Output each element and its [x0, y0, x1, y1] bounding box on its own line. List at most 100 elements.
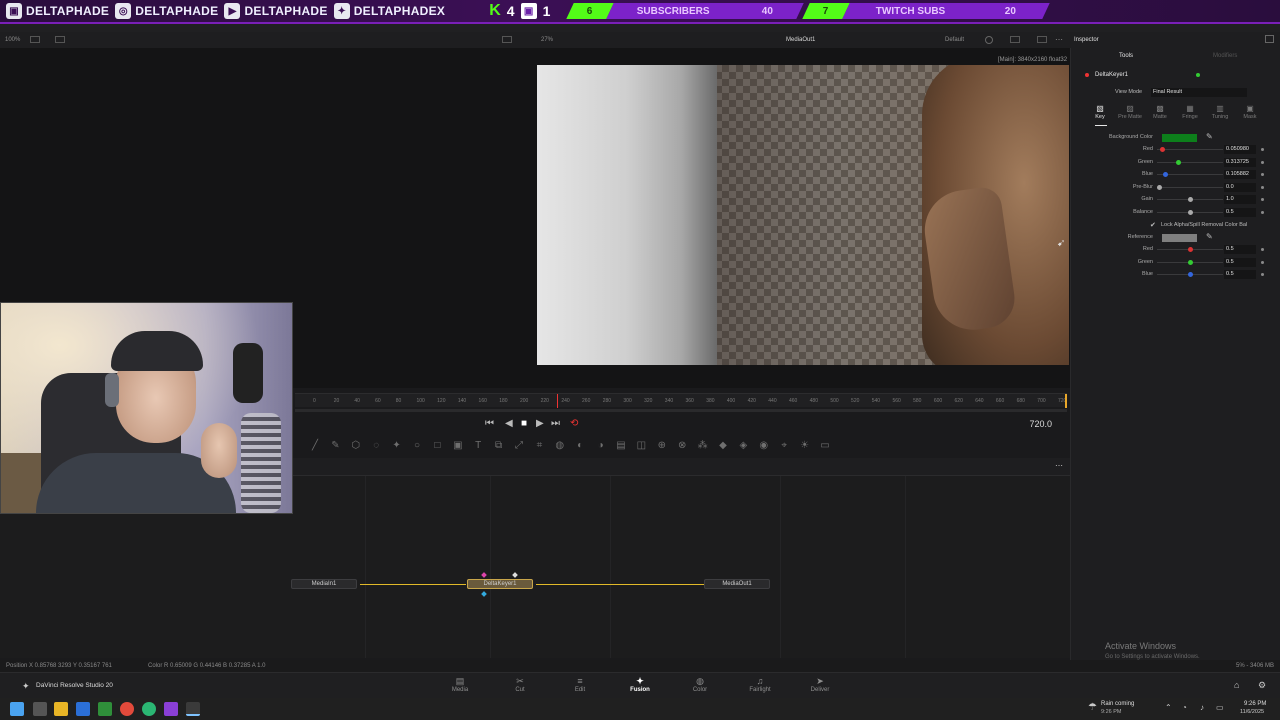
keyframe-dot-icon[interactable]: [1261, 198, 1264, 202]
link-in-keyer[interactable]: [360, 584, 466, 585]
keyframe-dot-icon[interactable]: [1261, 185, 1264, 189]
ellipse-icon[interactable]: ○: [411, 440, 423, 452]
slider-knob[interactable]: [1188, 259, 1193, 265]
param-slider[interactable]: [1157, 147, 1223, 152]
param-slider[interactable]: [1157, 210, 1223, 215]
chrome-icon[interactable]: [120, 702, 134, 716]
go-to-end-icon[interactable]: ⏭: [551, 418, 560, 429]
more-options-icon[interactable]: ⋯: [1055, 35, 1063, 44]
slider-knob[interactable]: [1188, 197, 1193, 203]
layout-icon[interactable]: [55, 36, 65, 43]
param-slider[interactable]: [1157, 247, 1223, 252]
node-active-dot[interactable]: [1196, 73, 1200, 77]
reference-eyedropper-icon[interactable]: ✎: [1206, 232, 1213, 241]
keyframe-dot-icon[interactable]: [1261, 211, 1264, 214]
reference-swatch[interactable]: [1162, 234, 1197, 242]
channel-booleans-icon[interactable]: ▤: [615, 440, 627, 452]
3d-render-icon[interactable]: ◉: [758, 440, 770, 452]
loop-icon[interactable]: ⟲: [570, 418, 578, 429]
node-media-in[interactable]: MediaIn1: [291, 579, 357, 589]
current-frame[interactable]: 720.0: [1010, 419, 1052, 429]
fit-icon[interactable]: [30, 36, 40, 43]
keyframe-dot-icon[interactable]: [1261, 173, 1264, 177]
camera-3d-icon[interactable]: ⌖: [778, 440, 790, 452]
lock-alpha-row[interactable]: ✔ Lock Alpha/Spill Removal Color Bal: [1071, 220, 1280, 232]
slider-knob[interactable]: [1157, 184, 1162, 190]
param-value[interactable]: 0.5: [1224, 270, 1256, 280]
inspector-expand-icon[interactable]: [1265, 35, 1274, 43]
link-keyer-out[interactable]: [536, 584, 704, 585]
slider-knob[interactable]: [1176, 159, 1182, 165]
node-editor-options-icon[interactable]: ⋯: [1055, 461, 1063, 470]
slider-knob[interactable]: [1188, 210, 1193, 215]
page-edit[interactable]: ≡ Edit: [560, 675, 600, 693]
layout-preset-dropdown[interactable]: Default: [945, 37, 964, 43]
param-value[interactable]: 1.0: [1224, 195, 1256, 205]
polygon-icon[interactable]: ⬡: [350, 440, 362, 452]
render-end-marker[interactable]: [1065, 394, 1067, 408]
page-media[interactable]: ▤ Media: [440, 675, 480, 693]
particle-icon[interactable]: ⁂: [697, 440, 709, 452]
color-corrector-icon[interactable]: ◐: [574, 440, 586, 452]
page-cut[interactable]: ✂ Cut: [500, 675, 540, 693]
param-value[interactable]: 0.5: [1224, 245, 1256, 254]
param-value[interactable]: 0.105882: [1224, 170, 1256, 180]
davinci-taskbar-icon[interactable]: [186, 702, 200, 716]
battery-icon[interactable]: ▭: [1216, 703, 1224, 712]
merge-icon[interactable]: ⧉: [493, 440, 505, 452]
page-color[interactable]: ◍ Color: [680, 675, 720, 693]
param-slider[interactable]: [1157, 159, 1223, 165]
timeline-ruler[interactable]: 0 20 40 60 80 100 120 140 160 180 200 220 240 260 280 3…: [295, 393, 1067, 408]
playhead[interactable]: [557, 394, 558, 408]
page-fusion[interactable]: ✦ Fusion: [620, 675, 660, 693]
app-icon-4[interactable]: [164, 702, 178, 716]
slider-knob[interactable]: [1163, 172, 1169, 178]
volume-icon[interactable]: ♪: [1200, 703, 1204, 712]
settings-gear-icon[interactable]: ⚙: [1258, 680, 1266, 691]
slider-knob[interactable]: [1160, 147, 1166, 152]
inspector-tab-fringe[interactable]: ▦ Fringe: [1175, 104, 1205, 120]
keyer-input-arrow[interactable]: [481, 572, 487, 578]
app-icon-3[interactable]: [142, 702, 156, 716]
timeline-scroll[interactable]: [295, 409, 1067, 412]
inspector-tab-key[interactable]: ▧ Key: [1085, 104, 1115, 120]
eyedropper-icon[interactable]: ✎: [1206, 132, 1213, 141]
slider-knob[interactable]: [1188, 247, 1193, 252]
view-mode-dropdown[interactable]: Final Result: [1151, 88, 1247, 97]
keyer-garbage-arrow[interactable]: [512, 572, 518, 578]
app-icon-2[interactable]: [98, 702, 112, 716]
home-icon[interactable]: ⌂: [1234, 680, 1239, 690]
brush-icon[interactable]: ✎: [329, 440, 341, 452]
keyer-icon[interactable]: ⊕: [656, 440, 668, 452]
bspline-icon[interactable]: ◌: [370, 440, 382, 452]
weather-text[interactable]: Rain coming: [1101, 701, 1134, 707]
matte-control-icon[interactable]: ◫: [635, 440, 647, 452]
tray-chevron-icon[interactable]: ⌃: [1165, 703, 1172, 712]
clock-time[interactable]: 9:26 PM: [1244, 701, 1266, 707]
network-icon[interactable]: ◔: [1182, 703, 1187, 712]
inspector-tab-matte[interactable]: ▩ Matte: [1145, 104, 1175, 120]
roi-icon[interactable]: [985, 36, 993, 44]
background-color-swatch[interactable]: [1162, 134, 1197, 142]
slider-knob[interactable]: [1188, 272, 1193, 278]
inspector-tab-pre-matte[interactable]: ▨ Pre Matte: [1115, 104, 1145, 120]
keyframe-dot-icon[interactable]: [1261, 273, 1264, 277]
channels-icon[interactable]: [1010, 36, 1020, 43]
tracker-icon[interactable]: ⊗: [676, 440, 688, 452]
blur-icon[interactable]: ◍: [554, 440, 566, 452]
rectangle-icon[interactable]: □: [431, 440, 443, 452]
tab-modifiers[interactable]: Modifiers: [1213, 53, 1237, 59]
clock-date[interactable]: 11/6/2025: [1240, 709, 1264, 715]
page-deliver[interactable]: ➤ Deliver: [800, 675, 840, 693]
3d-shape-icon[interactable]: ◆: [717, 440, 729, 452]
file-explorer-icon[interactable]: [54, 702, 68, 716]
param-value[interactable]: 0.5: [1224, 208, 1256, 217]
viewer-layout-icon[interactable]: [502, 36, 512, 43]
lut-icon[interactable]: [1037, 36, 1047, 43]
crop-icon[interactable]: ⌗: [533, 440, 545, 452]
param-slider[interactable]: [1157, 272, 1223, 278]
page-fairlight[interactable]: ♫ Fairlight: [740, 675, 780, 693]
inspector-tab-tuning[interactable]: ▥ Tuning: [1205, 104, 1235, 120]
param-value[interactable]: 0.313725: [1224, 157, 1256, 167]
node-delta-keyer[interactable]: DeltaKeyer1: [467, 579, 533, 589]
